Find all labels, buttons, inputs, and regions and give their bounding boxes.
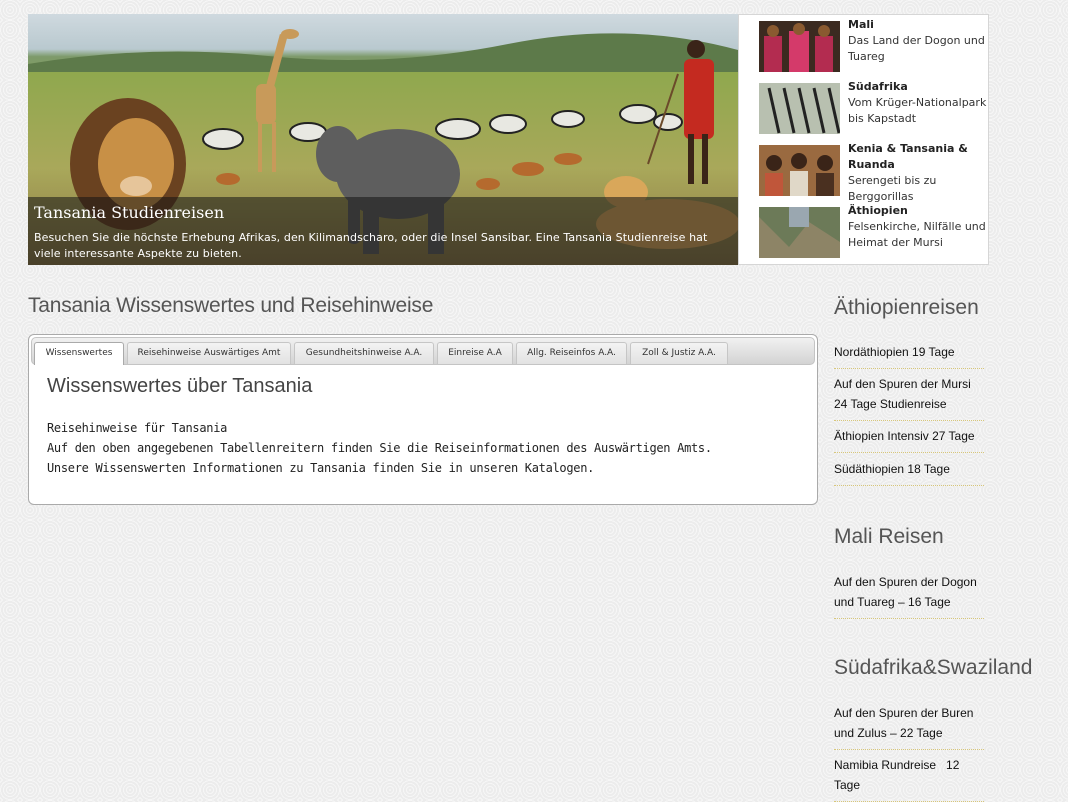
teaser-suedafrika[interactable]: Südafrika Vom Krüger-Nationalpark bis Ka…	[759, 77, 989, 139]
teaser-title: Südafrika	[848, 80, 908, 93]
kenia-thumbnail	[759, 145, 840, 196]
tab-zoll-justiz[interactable]: Zoll & Justiz A.A.	[630, 342, 728, 364]
sidebar-link[interactable]: Nordäthiopien 19 Tage	[834, 342, 984, 369]
teaser-aethiopien[interactable]: Äthiopien Felsenkirche, Nilfälle und Hei…	[759, 201, 989, 263]
tab-wissenswertes[interactable]: Wissenswertes	[34, 342, 124, 365]
teaser-title: Mali	[848, 18, 874, 31]
tab-allg-reiseinfos[interactable]: Allg. Reiseinfos A.A.	[516, 342, 627, 364]
sidebar-link[interactable]: Äthiopien Intensiv 27 Tage	[834, 426, 984, 453]
teaser-subtitle: Felsenkirche, Nilfälle und Heimat der Mu…	[848, 220, 986, 249]
page-title: Tansania Wissenswertes und Reisehinweise	[28, 294, 434, 317]
info-tab-panel: Wissenswertes Reisehinweise Auswärtiges …	[28, 334, 818, 505]
destination-teaser-list: Mali Das Land der Dogon und Tuareg Südaf…	[738, 14, 989, 265]
content-line: Unsere Wissenswerten Informationen zu Ta…	[47, 461, 595, 475]
hero-slider[interactable]: Tansania Studienreisen Besuchen Sie die …	[28, 14, 738, 265]
sidebar-heading-suedafrika-swaziland: Südafrika&Swaziland	[834, 656, 1033, 679]
sidebar-heading-mali-reisen: Mali Reisen	[834, 525, 944, 548]
teaser-subtitle: Das Land der Dogon und Tuareg	[848, 34, 985, 63]
teaser-subtitle: Vom Krüger-Nationalpark bis Kapstadt	[848, 96, 987, 125]
suedafrika-thumbnail	[759, 83, 840, 134]
sidebar-link[interactable]: Namibia Rundreise 12 Tage	[834, 755, 984, 802]
tab-bar: Wissenswertes Reisehinweise Auswärtiges …	[31, 337, 815, 365]
hero-text: Besuchen Sie die höchste Erhebung Afrika…	[34, 231, 708, 260]
tab-einreise[interactable]: Einreise A.A	[437, 342, 513, 364]
sidebar-link[interactable]: Südäthiopien 18 Tage	[834, 459, 984, 486]
hero-title[interactable]: Tansania Studienreisen	[34, 203, 732, 222]
teaser-mali[interactable]: Mali Das Land der Dogon und Tuareg	[759, 15, 989, 77]
tab-reisehinweise[interactable]: Reisehinweise Auswärtiges Amt	[127, 342, 291, 364]
tab-gesundheitshinweise[interactable]: Gesundheitshinweise A.A.	[294, 342, 434, 364]
content-title: Wissenswertes über Tansania	[47, 375, 313, 397]
mali-thumbnail	[759, 21, 840, 72]
sidebar-heading-aethiopienreisen: Äthiopienreisen	[834, 296, 979, 319]
sidebar-link[interactable]: Auf den Spuren der Dogon und Tuareg – 16…	[834, 572, 984, 619]
aethiopien-thumbnail	[759, 207, 840, 258]
hero-caption: Tansania Studienreisen Besuchen Sie die …	[28, 197, 738, 265]
sidebar-link[interactable]: Auf den Spuren der Buren und Zulus – 22 …	[834, 703, 984, 750]
teaser-kenia-tansania-ruanda[interactable]: Kenia & Tansania & Ruanda Serengeti bis …	[759, 139, 989, 203]
content-line: Auf den oben angegebenen Tabellenreitern…	[47, 441, 712, 455]
sidebar-link[interactable]: Auf den Spuren der Mursi 24 Tage Studien…	[834, 374, 984, 421]
teaser-title: Äthiopien	[848, 204, 908, 217]
teaser-title: Kenia & Tansania & Ruanda	[848, 142, 968, 171]
content-line: Reisehinweise für Tansania	[47, 421, 228, 435]
